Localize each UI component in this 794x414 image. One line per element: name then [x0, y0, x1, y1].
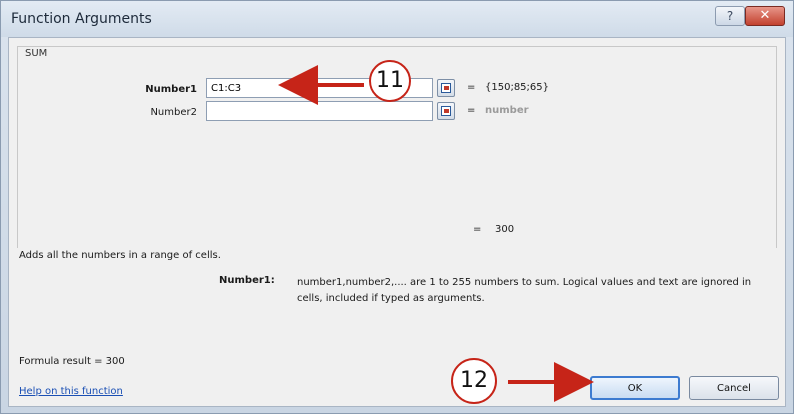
- range-picker-icon: [441, 106, 451, 116]
- number1-label: Number1: [145, 84, 197, 95]
- number2-label: Number2: [150, 107, 197, 118]
- number2-range-picker-button[interactable]: [437, 102, 455, 120]
- close-button[interactable]: ✕: [745, 6, 785, 26]
- argument-help-text: number1,number2,.... are 1 to 255 number…: [297, 277, 752, 304]
- help-button[interactable]: ?: [715, 6, 745, 26]
- number2-result-hint: number: [485, 105, 529, 116]
- title-bar[interactable]: Function Arguments ? ✕: [1, 1, 793, 37]
- function-name: SUM: [25, 48, 48, 59]
- formula-result-label: Formula result =: [19, 356, 103, 367]
- ok-button[interactable]: OK: [590, 376, 680, 400]
- annotation-badge-11: 11: [369, 60, 411, 102]
- dialog-title: Function Arguments: [11, 11, 152, 27]
- total-equals: =: [473, 224, 482, 235]
- number2-input[interactable]: [206, 101, 433, 121]
- number2-equals: =: [467, 105, 476, 116]
- function-total: 300: [495, 224, 515, 235]
- formula-result-value: 300: [105, 356, 125, 367]
- argument-help-name: Number1:: [219, 275, 275, 286]
- formula-result: Formula result = 300: [19, 356, 125, 367]
- help-on-function-link[interactable]: Help on this function: [19, 386, 123, 397]
- annotation-badge-12: 12: [451, 358, 497, 404]
- function-description: Adds all the numbers in a range of cells…: [19, 250, 221, 261]
- number1-range-picker-button[interactable]: [437, 79, 455, 97]
- number1-equals: =: [467, 82, 476, 93]
- range-picker-icon: [441, 83, 451, 93]
- cancel-button[interactable]: Cancel: [689, 376, 779, 400]
- number1-result: {150;85;65}: [485, 82, 549, 93]
